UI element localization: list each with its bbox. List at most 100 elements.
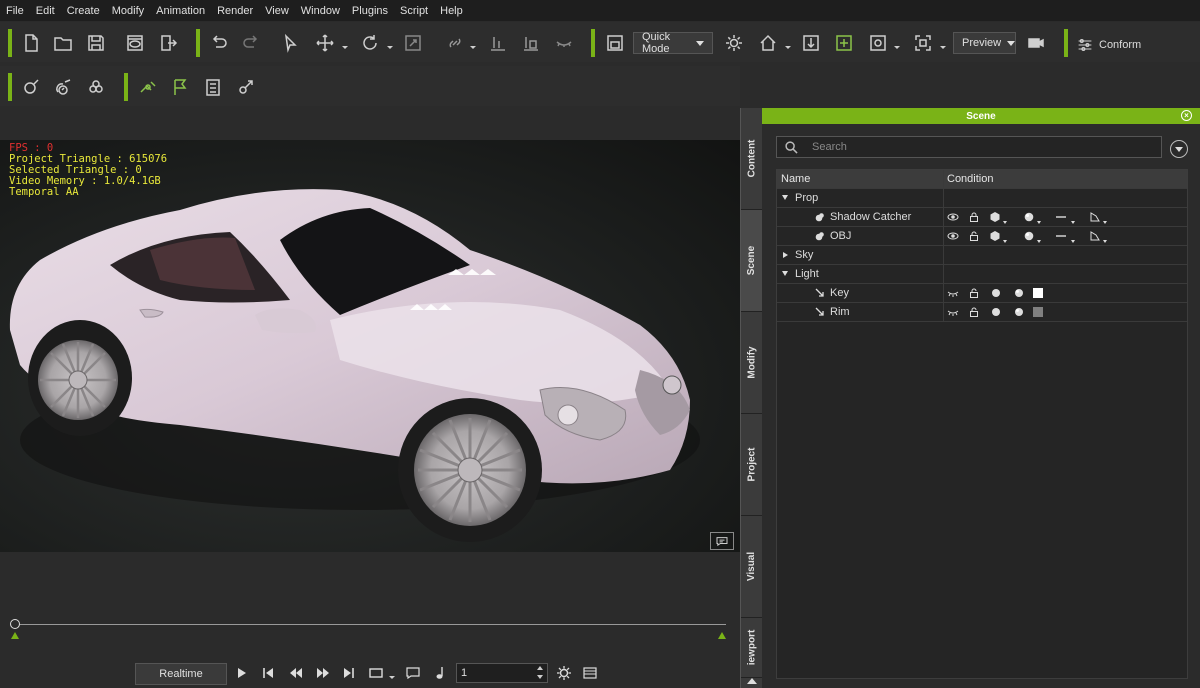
column-condition-header[interactable]: Condition — [947, 170, 993, 189]
hidden-eye-icon[interactable] — [947, 287, 959, 299]
close-icon[interactable]: × — [1181, 110, 1192, 121]
tab-scene[interactable]: Scene — [741, 210, 763, 312]
light-on-dot-icon[interactable] — [992, 289, 1000, 297]
tree-row-prop[interactable]: Prop — [777, 189, 1187, 208]
pivot-icon[interactable] — [831, 30, 857, 56]
checklist-icon[interactable] — [200, 74, 226, 100]
toolbar-grip[interactable] — [8, 73, 12, 101]
timeline-panel-icon[interactable] — [583, 667, 597, 679]
prev-key-icon[interactable] — [289, 667, 303, 679]
frame-selected-icon[interactable] — [910, 30, 936, 56]
undo-icon[interactable] — [206, 30, 232, 56]
expand-toggle-icon[interactable] — [783, 252, 788, 258]
timeline-start-marker[interactable] — [11, 632, 19, 639]
menu-edit[interactable]: Edit — [36, 5, 55, 17]
timeline-track[interactable] — [14, 624, 726, 625]
expand-toggle-icon[interactable] — [782, 195, 788, 200]
tab-project[interactable]: Project — [741, 414, 763, 516]
move-icon[interactable] — [312, 30, 338, 56]
hidden-eye-icon[interactable] — [947, 306, 959, 318]
spot-light-icon[interactable] — [50, 74, 76, 100]
align-bottom-icon[interactable] — [485, 30, 511, 56]
shading-sphere-icon[interactable] — [1013, 287, 1025, 299]
open-folder-icon[interactable] — [50, 30, 76, 56]
motion-path-icon[interactable] — [135, 74, 161, 100]
shading-sphere-icon[interactable] — [1023, 230, 1035, 242]
toolbar-grip[interactable] — [124, 73, 128, 101]
menu-animation[interactable]: Animation — [156, 5, 205, 17]
play-icon[interactable] — [238, 668, 246, 678]
visibility-eye-icon[interactable] — [947, 211, 959, 223]
point-light-icon[interactable] — [18, 74, 44, 100]
expand-toggle-icon[interactable] — [782, 271, 788, 276]
search-input[interactable] — [812, 141, 1152, 153]
toolbar-grip[interactable] — [196, 29, 200, 57]
tree-row-light[interactable]: Light — [777, 265, 1187, 284]
menu-script[interactable]: Script — [400, 5, 428, 17]
wireframe-line-icon[interactable] — [1055, 230, 1067, 242]
preview-dropdown[interactable]: Preview — [953, 32, 1016, 54]
tab-scroll-up-icon[interactable] — [747, 678, 757, 684]
column-name-header[interactable]: Name — [781, 170, 810, 189]
new-file-icon[interactable] — [18, 30, 44, 56]
rotate-icon[interactable] — [357, 30, 383, 56]
scale-icon[interactable] — [400, 30, 426, 56]
unlock-icon[interactable] — [968, 230, 980, 242]
tab-content[interactable]: Content — [741, 108, 763, 210]
menu-view[interactable]: View — [265, 5, 289, 17]
conform-button[interactable]: Conform — [1075, 37, 1141, 53]
menu-help[interactable]: Help — [440, 5, 463, 17]
menu-create[interactable]: Create — [67, 5, 100, 17]
light-color-swatch[interactable] — [1033, 288, 1043, 298]
shadow-cast-icon[interactable] — [1089, 211, 1101, 223]
frame-input[interactable]: 1 — [456, 663, 548, 683]
sun-icon[interactable] — [721, 30, 747, 56]
settings-gear-icon[interactable] — [557, 666, 571, 680]
video-camera-icon[interactable] — [1023, 30, 1049, 56]
3d-viewport[interactable]: FPS : 0 Project Triangle : 615076 Select… — [0, 140, 740, 552]
select-arrow-icon[interactable] — [278, 30, 304, 56]
menu-modify[interactable]: Modify — [112, 5, 144, 17]
redo-icon[interactable] — [238, 30, 264, 56]
light-color-swatch[interactable] — [1033, 307, 1043, 317]
cube-icon[interactable] — [989, 230, 1001, 242]
hide-icon[interactable] — [551, 30, 577, 56]
toolbar-grip[interactable] — [1064, 29, 1068, 57]
export-icon[interactable] — [155, 30, 181, 56]
loop-range-icon[interactable] — [369, 667, 383, 679]
playback-mode-dropdown[interactable]: Realtime — [135, 663, 227, 685]
tree-row-sky[interactable]: Sky — [777, 246, 1187, 265]
lookat-icon[interactable] — [233, 74, 259, 100]
toolbar-grip[interactable] — [8, 29, 12, 57]
tree-row-key-light[interactable]: Key — [777, 284, 1187, 303]
goto-end-icon[interactable] — [343, 667, 355, 679]
tab-visual[interactable]: Visual — [741, 516, 763, 618]
frame-stepper[interactable] — [536, 665, 546, 681]
snap-icon[interactable] — [865, 30, 891, 56]
tree-row-rim-light[interactable]: Rim — [777, 303, 1187, 322]
shading-sphere-icon[interactable] — [1023, 211, 1035, 223]
layout-icon[interactable] — [602, 30, 628, 56]
shadow-cast-icon[interactable] — [1089, 230, 1101, 242]
quick-mode-dropdown[interactable]: Quick Mode — [633, 31, 713, 55]
tab-viewport[interactable]: iewport — [741, 618, 763, 678]
save-icon[interactable] — [83, 30, 109, 56]
flag-icon[interactable] — [167, 74, 193, 100]
shading-sphere-icon[interactable] — [1013, 306, 1025, 318]
cube-icon[interactable] — [989, 211, 1001, 223]
timeline-playhead[interactable] — [10, 619, 20, 629]
light-on-dot-icon[interactable] — [992, 308, 1000, 316]
menu-file[interactable]: File — [6, 5, 24, 17]
wireframe-line-icon[interactable] — [1055, 211, 1067, 223]
home-camera-icon[interactable] — [755, 30, 781, 56]
menu-window[interactable]: Window — [301, 5, 340, 17]
goto-start-icon[interactable] — [262, 667, 274, 679]
visibility-eye-icon[interactable] — [947, 230, 959, 242]
timeline-end-marker[interactable] — [718, 632, 726, 639]
particle-icon[interactable] — [83, 74, 109, 100]
preview-window-icon[interactable] — [122, 30, 148, 56]
tree-row-shadow-catcher[interactable]: Shadow Catcher — [777, 208, 1187, 227]
music-note-icon[interactable] — [434, 666, 446, 680]
toolbar-grip[interactable] — [591, 29, 595, 57]
filter-dropdown-icon[interactable] — [1170, 140, 1188, 158]
